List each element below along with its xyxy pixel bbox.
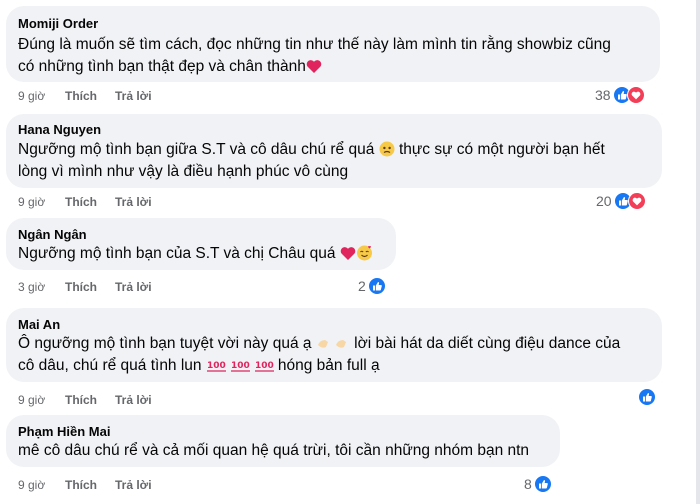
comment-author[interactable]: Ngân Ngân bbox=[18, 227, 87, 242]
comment-line-wrap: cô dâu, chú rể quá tình lun 100 100 100 hón… bbox=[18, 355, 620, 377]
clapping-hands-emoji-icon bbox=[317, 340, 346, 348]
comment-time[interactable]: 9 giờ bbox=[18, 478, 45, 492]
heart-emoji-icon bbox=[340, 247, 356, 260]
love-reaction-icon bbox=[627, 192, 646, 210]
reply-button[interactable]: Trả lời bbox=[115, 478, 152, 492]
like-reaction-icon bbox=[533, 475, 552, 493]
reaction-count: 8 bbox=[524, 476, 532, 492]
reaction-summary[interactable]: 8 bbox=[524, 474, 552, 494]
comment-bubble: Phạm Hiền Mai mê cô dâu chú rể và cả mối… bbox=[6, 415, 560, 467]
svg-text:100: 100 bbox=[255, 361, 274, 371]
like-button[interactable]: Thích bbox=[65, 478, 97, 492]
comment-line-wrap: có những tình bạn thật đẹp và chân thành bbox=[18, 56, 611, 78]
reaction-summary[interactable]: 20 bbox=[596, 191, 646, 211]
like-button[interactable]: Thích bbox=[65, 89, 97, 103]
comment-author[interactable]: Hana Nguyen bbox=[18, 122, 101, 137]
comment-text: Ô ngưỡng mộ tình bạn tuyệt vời này quá ạ… bbox=[18, 333, 620, 377]
reaction-count: 20 bbox=[596, 193, 612, 209]
comment-line: có những tình bạn thật đẹp và chân thành bbox=[18, 58, 306, 75]
comment-line: hóng bản full ạ bbox=[277, 357, 380, 374]
like-reaction-icon bbox=[638, 388, 656, 406]
like-button[interactable]: Thích bbox=[65, 195, 97, 209]
comment-line: mê cô dâu chú rể và cả mối quan hệ quá t… bbox=[18, 442, 530, 459]
comment-line: Ngưỡng mộ tình bạn của S.T và chị Châu q… bbox=[18, 245, 336, 262]
reply-button[interactable]: Trả lời bbox=[115, 89, 152, 103]
comment-line-wrap: Ô ngưỡng mộ tình bạn tuyệt vời này quá ạ… bbox=[18, 333, 620, 355]
smiling-hearts-emoji-icon bbox=[356, 245, 372, 261]
reply-button[interactable]: Trả lời bbox=[115, 195, 152, 209]
comment-text: Đúng là muốn sẽ tìm cách, đọc những tin … bbox=[18, 34, 611, 78]
comment-time[interactable]: 9 giờ bbox=[18, 89, 45, 103]
comment-author[interactable]: Momiji Order bbox=[18, 16, 98, 31]
comment-bubble: Momiji Order Đúng là muốn sẽ tìm cách, đ… bbox=[6, 6, 660, 82]
like-reaction-icon bbox=[367, 277, 386, 295]
reaction-summary[interactable]: 38 bbox=[595, 85, 645, 105]
comment-line: Đúng là muốn sẽ tìm cách, đọc những tin … bbox=[18, 36, 611, 53]
heart-emoji-icon bbox=[306, 60, 322, 73]
comment-text: mê cô dâu chú rể và cả mối quan hệ quá t… bbox=[18, 440, 529, 462]
comment-line: Ô ngưỡng mộ tình bạn tuyệt vời này quá ạ bbox=[18, 335, 312, 352]
comment-time[interactable]: 9 giờ bbox=[18, 393, 45, 407]
love-reaction-icon bbox=[626, 86, 645, 104]
reply-button[interactable]: Trả lời bbox=[115, 280, 152, 294]
comment-line: lời bài hát da diết cùng điệu dance của bbox=[354, 335, 621, 352]
comment-time[interactable]: 3 giờ bbox=[18, 280, 45, 294]
comment-line: thực sự có một người bạn hết bbox=[398, 141, 605, 158]
comment-bubble: Hana Nguyen Ngưỡng mộ tình bạn giữa S.T … bbox=[6, 114, 662, 188]
comment-time[interactable]: 9 giờ bbox=[18, 195, 45, 209]
reaction-count: 38 bbox=[595, 87, 611, 103]
comment-bubble: Ngân Ngân Ngưỡng mộ tình bạn của S.T và … bbox=[6, 218, 396, 270]
comment-line-wrap: Ngưỡng mộ tình bạn của S.T và chị Châu q… bbox=[18, 243, 373, 265]
comment-author[interactable]: Mai An bbox=[18, 317, 60, 332]
like-button[interactable]: Thích bbox=[65, 393, 97, 407]
comment-line: Ngưỡng mộ tình bạn giữa S.T và cô dâu ch… bbox=[18, 141, 375, 158]
reaction-summary[interactable] bbox=[636, 387, 656, 407]
reaction-summary[interactable]: 2 bbox=[358, 276, 386, 296]
svg-text:100: 100 bbox=[207, 361, 226, 371]
worried-face-emoji-icon bbox=[379, 141, 395, 157]
reaction-count: 2 bbox=[358, 278, 366, 294]
reply-button[interactable]: Trả lời bbox=[115, 393, 152, 407]
comment-line: lòng vì mình như vậy là điều hạnh phúc v… bbox=[18, 163, 349, 180]
comment-line-wrap: Ngưỡng mộ tình bạn giữa S.T và cô dâu ch… bbox=[18, 139, 605, 161]
scrollbar[interactable] bbox=[696, 0, 700, 504]
svg-text:100: 100 bbox=[231, 361, 250, 371]
like-button[interactable]: Thích bbox=[65, 280, 97, 294]
hundred-points-emoji-icon: 100 100 100 bbox=[206, 361, 274, 372]
comment-text: Ngưỡng mộ tình bạn của S.T và chị Châu q… bbox=[18, 243, 373, 265]
comment-bubble: Mai An Ô ngưỡng mộ tình bạn tuyệt vời nà… bbox=[6, 308, 662, 382]
comment-line: cô dâu, chú rể quá tình lun bbox=[18, 357, 202, 374]
comment-author[interactable]: Phạm Hiền Mai bbox=[18, 424, 110, 439]
comment-text: Ngưỡng mộ tình bạn giữa S.T và cô dâu ch… bbox=[18, 139, 605, 183]
